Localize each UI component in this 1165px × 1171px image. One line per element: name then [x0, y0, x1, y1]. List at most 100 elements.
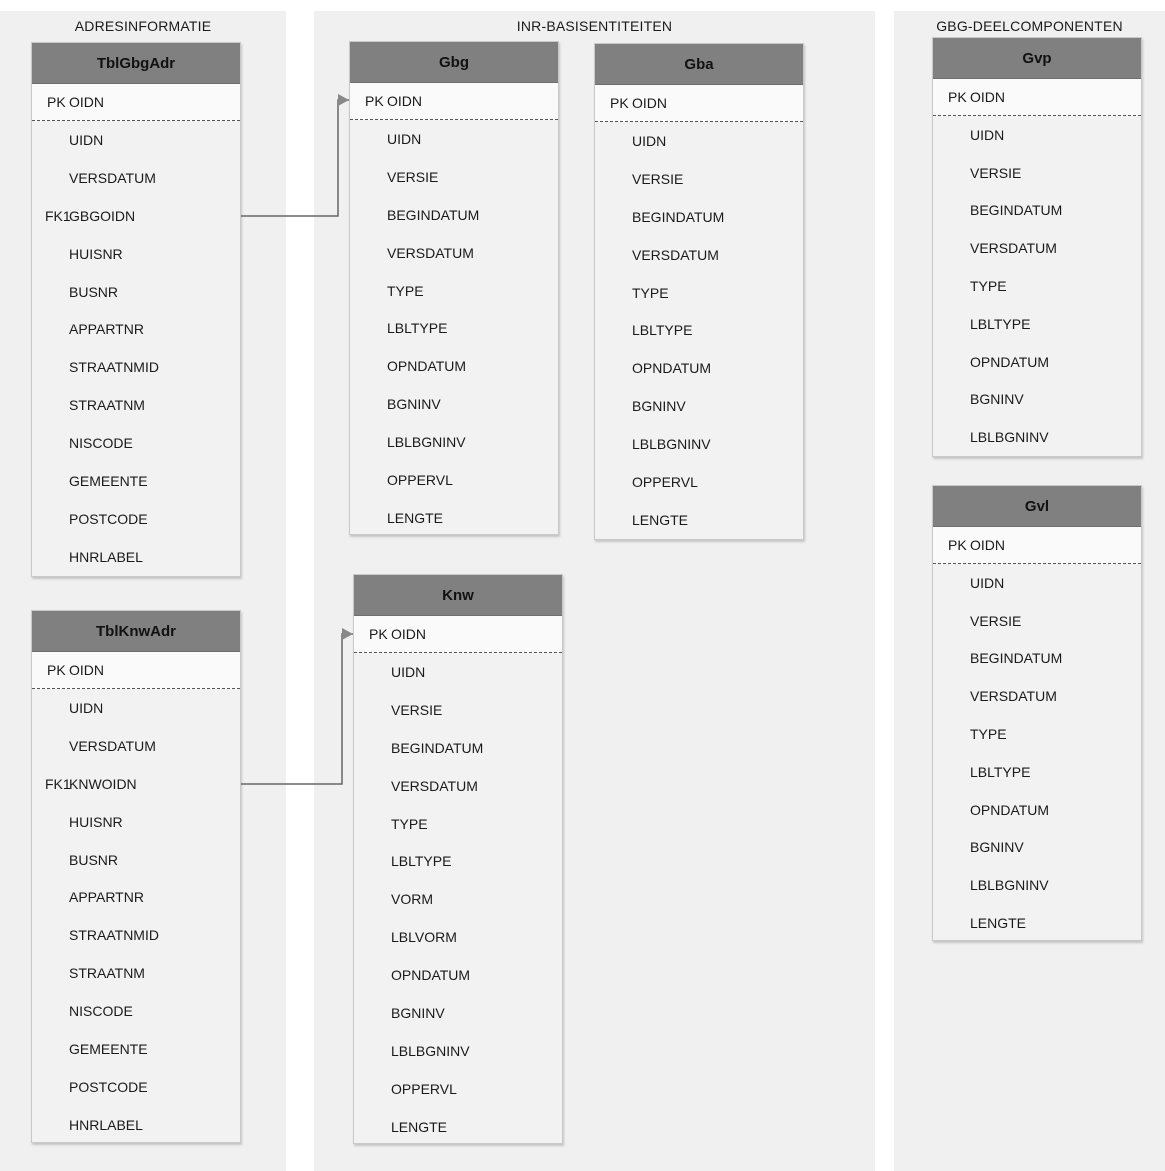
attribute-row[interactable]: BGNINV	[350, 385, 558, 423]
attribute-row[interactable]: VERSDATUM	[933, 677, 1141, 715]
foreign-key-row[interactable]: FK1 KNWOIDN	[32, 765, 240, 803]
attribute-row[interactable]: VERSDATUM	[32, 727, 240, 765]
attribute-row[interactable]: LBLBGNINV	[354, 1032, 562, 1070]
attribute-row[interactable]: LENGTE	[933, 904, 1141, 942]
attribute-row[interactable]: LBLTYPE	[933, 305, 1141, 343]
attribute-row[interactable]: BUSNR	[32, 841, 240, 879]
attribute-row[interactable]: BGNINV	[354, 994, 562, 1032]
entity-header-gba[interactable]: Gba	[595, 44, 803, 85]
attribute-row[interactable]: BGNINV	[933, 829, 1141, 867]
primary-key-row[interactable]: PK OIDN	[354, 616, 562, 653]
attribute-row[interactable]: LENGTE	[354, 1108, 562, 1146]
attribute-row[interactable]: VORM	[354, 880, 562, 918]
attribute-row[interactable]: GEMEENTE	[32, 462, 240, 500]
primary-key-row[interactable]: PK OIDN	[933, 527, 1141, 564]
attribute-row[interactable]: LBLTYPE	[350, 309, 558, 347]
attribute-row[interactable]: TYPE	[933, 267, 1141, 305]
attribute-row[interactable]: TYPE	[933, 715, 1141, 753]
attribute-row[interactable]: LBLBGNINV	[350, 423, 558, 461]
entity-gbg[interactable]: Gbg PK OIDN UIDN VERSIE BEGINDATUM VERSDATUM TY…	[349, 41, 559, 535]
attribute-row[interactable]: UIDN	[32, 689, 240, 727]
attribute-row[interactable]: HNRLABEL	[32, 1106, 240, 1144]
primary-key-row[interactable]: PK OIDN	[32, 84, 240, 121]
attribute-row[interactable]: VERSDATUM	[933, 229, 1141, 267]
attribute-row[interactable]: BEGINDATUM	[933, 640, 1141, 678]
attribute-row[interactable]: VERSIE	[933, 602, 1141, 640]
attribute-row[interactable]: OPNDATUM	[354, 956, 562, 994]
attribute-row[interactable]: TYPE	[595, 274, 803, 312]
attribute-row[interactable]: LENGTE	[595, 501, 803, 539]
attribute-row[interactable]: NISCODE	[32, 424, 240, 462]
attribute-row[interactable]: UIDN	[933, 116, 1141, 154]
attribute-row[interactable]: BEGINDATUM	[933, 192, 1141, 230]
attribute-row[interactable]: OPPERVL	[595, 463, 803, 501]
attribute-row[interactable]: LBLVORM	[354, 918, 562, 956]
attribute-row[interactable]: APPARTNR	[32, 310, 240, 348]
attribute-row[interactable]: VERSDATUM	[354, 767, 562, 805]
entity-gvl[interactable]: Gvl PK OIDN UIDN VERSIE BEGINDATUM VERSDATUM TY…	[932, 485, 1142, 941]
attribute-row[interactable]: HNRLABEL	[32, 538, 240, 576]
attribute-row[interactable]: HUISNR	[32, 235, 240, 273]
entity-tblgbgadr[interactable]: TblGbgAdr PK OIDN UIDN VERSDATUM FK1 GBGOIDN HU…	[31, 42, 241, 577]
attribute-row[interactable]: BEGINDATUM	[350, 196, 558, 234]
attribute-row[interactable]: POSTCODE	[32, 500, 240, 538]
primary-key-row[interactable]: PK OIDN	[595, 85, 803, 122]
attribute-row[interactable]: LBLBGNINV	[933, 418, 1141, 456]
primary-key-row[interactable]: PK OIDN	[933, 79, 1141, 116]
attribute-row[interactable]: LBLTYPE	[595, 311, 803, 349]
attribute-row[interactable]: VERSDATUM	[350, 234, 558, 272]
attribute-row[interactable]: VERSIE	[354, 691, 562, 729]
entity-header-knw[interactable]: Knw	[354, 575, 562, 616]
attribute-row[interactable]: OPNDATUM	[595, 349, 803, 387]
attribute-row[interactable]: UIDN	[350, 120, 558, 158]
attribute-row[interactable]: OPNDATUM	[933, 791, 1141, 829]
attribute-row[interactable]: LBLBGNINV	[933, 866, 1141, 904]
attribute-row[interactable]: STRAATNM	[32, 386, 240, 424]
attribute-row[interactable]: GEMEENTE	[32, 1030, 240, 1068]
attribute-row[interactable]: VERSIE	[350, 158, 558, 196]
entity-header-gvp[interactable]: Gvp	[933, 38, 1141, 79]
entity-header-gbg[interactable]: Gbg	[350, 42, 558, 83]
attribute-row[interactable]: UIDN	[595, 122, 803, 160]
attribute-row[interactable]: BGNINV	[933, 381, 1141, 419]
attribute-row[interactable]: BEGINDATUM	[354, 729, 562, 767]
attribute-row[interactable]: OPPERVL	[354, 1070, 562, 1108]
attribute-row[interactable]: APPARTNR	[32, 878, 240, 916]
attribute-row[interactable]: HUISNR	[32, 803, 240, 841]
attribute-row[interactable]: BGNINV	[595, 387, 803, 425]
attribute-name: OPPERVL	[391, 1080, 457, 1097]
attribute-row[interactable]: LENGTE	[350, 499, 558, 537]
attribute-row[interactable]: OPNDATUM	[933, 343, 1141, 381]
attribute-row[interactable]: UIDN	[354, 653, 562, 691]
primary-key-row[interactable]: PK OIDN	[32, 652, 240, 689]
attribute-row[interactable]: LBLBGNINV	[595, 425, 803, 463]
attribute-row[interactable]: POSTCODE	[32, 1068, 240, 1106]
foreign-key-row[interactable]: FK1 GBGOIDN	[32, 197, 240, 235]
entity-gvp[interactable]: Gvp PK OIDN UIDN VERSIE BEGINDATUM VERSDATUM TY…	[932, 37, 1142, 457]
attribute-row[interactable]: OPNDATUM	[350, 347, 558, 385]
attribute-row[interactable]: VERSDATUM	[32, 159, 240, 197]
entity-header-tblknwadr[interactable]: TblKnwAdr	[32, 611, 240, 652]
attribute-row[interactable]: BEGINDATUM	[595, 198, 803, 236]
attribute-row[interactable]: NISCODE	[32, 992, 240, 1030]
attribute-row[interactable]: STRAATNMID	[32, 348, 240, 386]
attribute-row[interactable]: UIDN	[933, 564, 1141, 602]
attribute-row[interactable]: VERSDATUM	[595, 236, 803, 274]
entity-header-gvl[interactable]: Gvl	[933, 486, 1141, 527]
entity-header-tblgbgadr[interactable]: TblGbgAdr	[32, 43, 240, 84]
attribute-row[interactable]: OPPERVL	[350, 461, 558, 499]
entity-gba[interactable]: Gba PK OIDN UIDN VERSIE BEGINDATUM VERSDATUM TY…	[594, 43, 804, 540]
attribute-row[interactable]: VERSIE	[933, 154, 1141, 192]
attribute-row[interactable]: LBLTYPE	[354, 842, 562, 880]
entity-knw[interactable]: Knw PK OIDN UIDN VERSIE BEGINDATUM VERSDATUM TY…	[353, 574, 563, 1144]
entity-tblknwadr[interactable]: TblKnwAdr PK OIDN UIDN VERSDATUM FK1 KNWOIDN HU…	[31, 610, 241, 1143]
attribute-row[interactable]: TYPE	[350, 272, 558, 310]
attribute-row[interactable]: STRAATNMID	[32, 916, 240, 954]
attribute-row[interactable]: VERSIE	[595, 160, 803, 198]
attribute-row[interactable]: LBLTYPE	[933, 753, 1141, 791]
attribute-row[interactable]: BUSNR	[32, 273, 240, 311]
attribute-row[interactable]: TYPE	[354, 805, 562, 843]
attribute-row[interactable]: STRAATNM	[32, 954, 240, 992]
primary-key-row[interactable]: PK OIDN	[350, 83, 558, 120]
attribute-row[interactable]: UIDN	[32, 121, 240, 159]
